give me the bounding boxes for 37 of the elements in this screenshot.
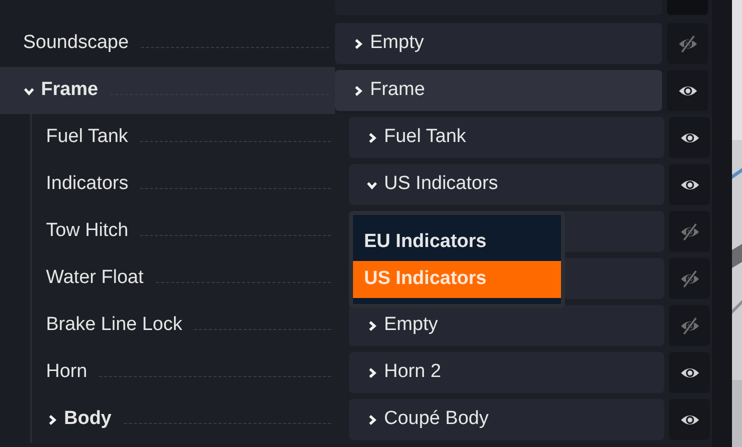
value-text: Fuel Tank bbox=[384, 125, 466, 150]
value-selector[interactable]: Frame bbox=[335, 70, 662, 111]
item-label[interactable]: Frame bbox=[41, 76, 98, 105]
dropdown-option[interactable]: EU Indicators bbox=[353, 224, 561, 261]
visibility-toggle[interactable] bbox=[667, 23, 708, 64]
value-selector[interactable]: Coupé Body bbox=[349, 399, 664, 440]
item-label[interactable]: Horn bbox=[46, 358, 88, 387]
eye-slash-icon bbox=[678, 314, 700, 336]
item-label[interactable]: Fuel Tank bbox=[46, 123, 128, 152]
value-text: Horn 2 bbox=[384, 360, 442, 384]
item-label[interactable]: Soundscape bbox=[23, 29, 129, 58]
value-selector[interactable]: Empty bbox=[335, 23, 662, 64]
value-text: Coupé Body bbox=[384, 407, 489, 432]
visibility-toggle[interactable] bbox=[669, 258, 710, 299]
visibility-toggle[interactable] bbox=[669, 399, 710, 440]
item-label[interactable]: Brake Line Lock bbox=[46, 311, 182, 340]
visibility-toggle[interactable] bbox=[669, 305, 710, 346]
item-label[interactable]: Body bbox=[64, 405, 112, 434]
value-selector[interactable]: Empty bbox=[349, 305, 664, 346]
selected-row-highlight[interactable]: Frame bbox=[0, 67, 335, 114]
eye-slash-icon bbox=[676, 32, 698, 54]
visibility-toggle[interactable] bbox=[667, 70, 708, 111]
visibility-toggle[interactable] bbox=[669, 211, 710, 252]
item-label[interactable]: Water Float bbox=[46, 264, 144, 293]
visibility-toggle[interactable] bbox=[669, 352, 710, 393]
eye-slash-icon bbox=[678, 220, 700, 242]
value-text: Empty bbox=[370, 31, 424, 56]
value-text: Empty bbox=[384, 313, 438, 338]
item-label[interactable]: Indicators bbox=[46, 170, 128, 199]
value-text: Frame bbox=[370, 78, 425, 102]
value-selector[interactable]: Horn 2 bbox=[349, 352, 664, 393]
visibility-toggle[interactable] bbox=[669, 117, 710, 158]
visibility-toggle[interactable] bbox=[669, 164, 710, 205]
value-text: US Indicators bbox=[384, 172, 498, 196]
item-label[interactable]: Tow Hitch bbox=[46, 217, 128, 246]
eye-slash-icon bbox=[678, 268, 700, 290]
value-selector[interactable]: Fuel Tank bbox=[349, 117, 664, 158]
